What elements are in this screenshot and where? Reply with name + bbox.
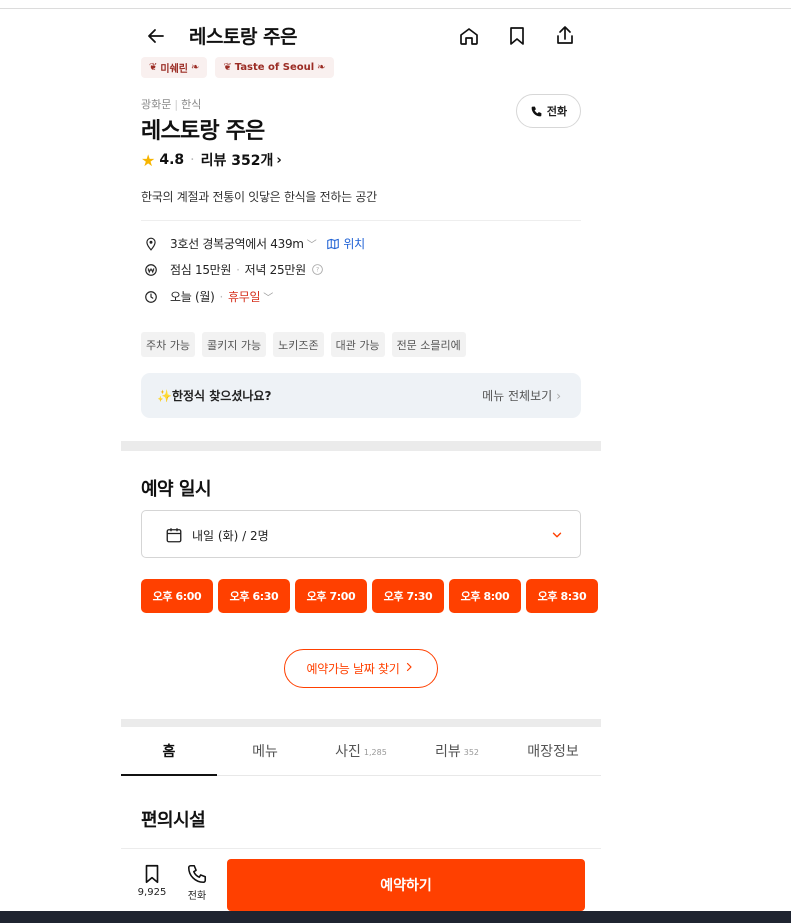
laurel-icon: ❦ bbox=[149, 62, 158, 73]
header-title: 레스토랑 주은 bbox=[189, 26, 298, 48]
bookmark-icon bbox=[145, 864, 159, 884]
tab-store-info[interactable]: 매장정보 bbox=[505, 727, 601, 775]
category-line: 광화문 | 한식 bbox=[141, 96, 201, 112]
tab-menu[interactable]: 메뉴 bbox=[217, 727, 313, 775]
info-price: 점심 15만원 · 저녁 25만원 ? bbox=[143, 261, 324, 278]
tag: 콜키지 가능 bbox=[201, 332, 267, 357]
time-slot-button[interactable]: 오후 6:30 bbox=[218, 579, 290, 613]
time-slot-button[interactable]: 오후 8:00 bbox=[449, 579, 521, 613]
call-bottom-button[interactable]: 전화 bbox=[180, 863, 214, 902]
info-address: 3호선 경복궁역에서 439m ﹀ 위치 bbox=[143, 235, 365, 252]
badge-taste-of-seoul: ❦ Taste of Seoul ❧ bbox=[215, 57, 334, 78]
bottom-action-bar: 9,925 전화 예약하기 bbox=[121, 848, 601, 913]
separator: · bbox=[236, 262, 240, 277]
reservation-title: 예약 일시 bbox=[141, 479, 212, 500]
chevron-down-icon bbox=[550, 527, 564, 541]
menu-banner[interactable]: ✨한정식 찾으셨나요? 메뉴 전체보기 › bbox=[141, 373, 581, 418]
date-party-picker[interactable]: 내일 (화) / 2명 bbox=[141, 510, 581, 558]
phone-icon bbox=[187, 864, 207, 884]
home-icon[interactable] bbox=[457, 24, 481, 48]
svg-text:?: ? bbox=[316, 267, 319, 274]
tag: 주차 가능 bbox=[141, 332, 195, 357]
call-button[interactable]: 전화 bbox=[516, 94, 581, 128]
restaurant-page: 레스토랑 주은 ❦ 미쉐린 ❧ ❦ Taste of Seoul ❧ 광화문 | 한… bbox=[121, 9, 601, 913]
time-slot-button[interactable]: 오후 7:00 bbox=[295, 579, 367, 613]
find-available-date-button[interactable]: 예약가능 날짜 찾기 bbox=[284, 649, 438, 688]
cuisine-label: 한식 bbox=[181, 98, 202, 111]
dinner-price: 저녁 25만원 bbox=[244, 263, 306, 277]
save-button[interactable]: 9,925 bbox=[135, 863, 169, 898]
amenities-title: 편의시설 bbox=[141, 810, 206, 831]
badge-michelin: ❦ 미쉐린 ❧ bbox=[141, 57, 208, 78]
clock-icon bbox=[143, 289, 159, 305]
reviews-link[interactable]: 리뷰 352개 bbox=[201, 150, 274, 170]
laurel-icon: ❧ bbox=[317, 62, 326, 73]
bookmark-icon[interactable] bbox=[505, 24, 529, 48]
menu-all-link[interactable]: 메뉴 전체보기 › bbox=[482, 387, 561, 404]
separator: · bbox=[219, 289, 224, 304]
help-icon[interactable]: ? bbox=[311, 263, 324, 276]
save-count: 9,925 bbox=[137, 887, 167, 898]
location-label: 광화문 bbox=[141, 98, 172, 111]
tab-home[interactable]: 홈 bbox=[121, 727, 217, 776]
today-label: 오늘 (월) bbox=[170, 290, 215, 304]
os-taskbar bbox=[0, 911, 791, 923]
address-text[interactable]: 3호선 경복궁역에서 439m bbox=[170, 235, 304, 252]
map-link[interactable]: 위치 bbox=[326, 235, 365, 252]
tag: 대관 가능 bbox=[330, 332, 385, 357]
tab-count: 1,285 bbox=[363, 748, 387, 757]
divider bbox=[141, 220, 581, 221]
banner-question: ✨한정식 찾으셨나요? bbox=[157, 389, 272, 403]
tag: 전문 소믈리에 bbox=[391, 332, 466, 357]
laurel-icon: ❦ bbox=[223, 62, 232, 73]
share-icon[interactable] bbox=[553, 24, 577, 48]
chevron-right-icon: › bbox=[276, 152, 282, 168]
book-button[interactable]: 예약하기 bbox=[227, 859, 585, 911]
time-slots: 오후 6:00 오후 6:30 오후 7:00 오후 7:30 오후 8:00 … bbox=[141, 579, 598, 613]
chevron-down-icon[interactable]: ﹀ bbox=[307, 236, 317, 251]
back-arrow-icon[interactable] bbox=[145, 25, 167, 47]
tag: 노키즈존 bbox=[273, 332, 324, 357]
time-slot-button[interactable]: 오후 7:30 bbox=[372, 579, 444, 613]
separator: · bbox=[190, 152, 195, 168]
time-slot-button[interactable]: 오후 8:30 bbox=[526, 579, 598, 613]
laurel-icon: ❧ bbox=[191, 62, 200, 73]
tab-photos[interactable]: 사진 1,285 bbox=[313, 727, 409, 775]
section-gap bbox=[121, 441, 601, 451]
calendar-icon bbox=[165, 526, 183, 544]
tab-reviews[interactable]: 리뷰 352 bbox=[409, 727, 505, 775]
chevron-down-icon[interactable]: ﹀ bbox=[263, 289, 273, 304]
description: 한국의 계절과 전통이 잇닿은 한식을 전하는 공간 bbox=[141, 190, 377, 204]
chevron-right-icon bbox=[403, 661, 415, 676]
star-icon: ★ bbox=[141, 150, 156, 170]
rating-value: 4.8 bbox=[159, 152, 185, 168]
tab-count: 352 bbox=[463, 748, 480, 757]
map-icon bbox=[327, 238, 340, 249]
chevron-right-icon: › bbox=[556, 389, 561, 403]
won-icon bbox=[143, 262, 159, 278]
amenity-tags: 주차 가능 콜키지 가능 노키즈존 대관 가능 전문 소믈리에 bbox=[141, 332, 466, 357]
time-slot-button[interactable]: 오후 6:00 bbox=[141, 579, 213, 613]
location-pin-icon bbox=[143, 236, 159, 252]
restaurant-name: 레스토랑 주은 bbox=[141, 119, 265, 144]
top-header: 레스토랑 주은 bbox=[121, 9, 601, 61]
lunch-price: 점심 15만원 bbox=[170, 263, 232, 277]
award-badges: ❦ 미쉐린 ❧ ❦ Taste of Seoul ❧ bbox=[141, 57, 334, 78]
separator: | bbox=[174, 98, 179, 111]
phone-icon bbox=[531, 106, 542, 116]
selected-date: 내일 (화) / 2명 bbox=[192, 529, 269, 543]
info-hours: 오늘 (월) · 휴무일 ﹀ bbox=[143, 288, 273, 305]
section-gap bbox=[121, 719, 601, 727]
rating-row[interactable]: ★ 4.8 · 리뷰 352개 › bbox=[141, 150, 282, 170]
status-closed[interactable]: 휴무일 bbox=[228, 288, 261, 305]
content-tabs: 홈 메뉴 사진 1,285 리뷰 352 매장정보 bbox=[121, 727, 601, 776]
